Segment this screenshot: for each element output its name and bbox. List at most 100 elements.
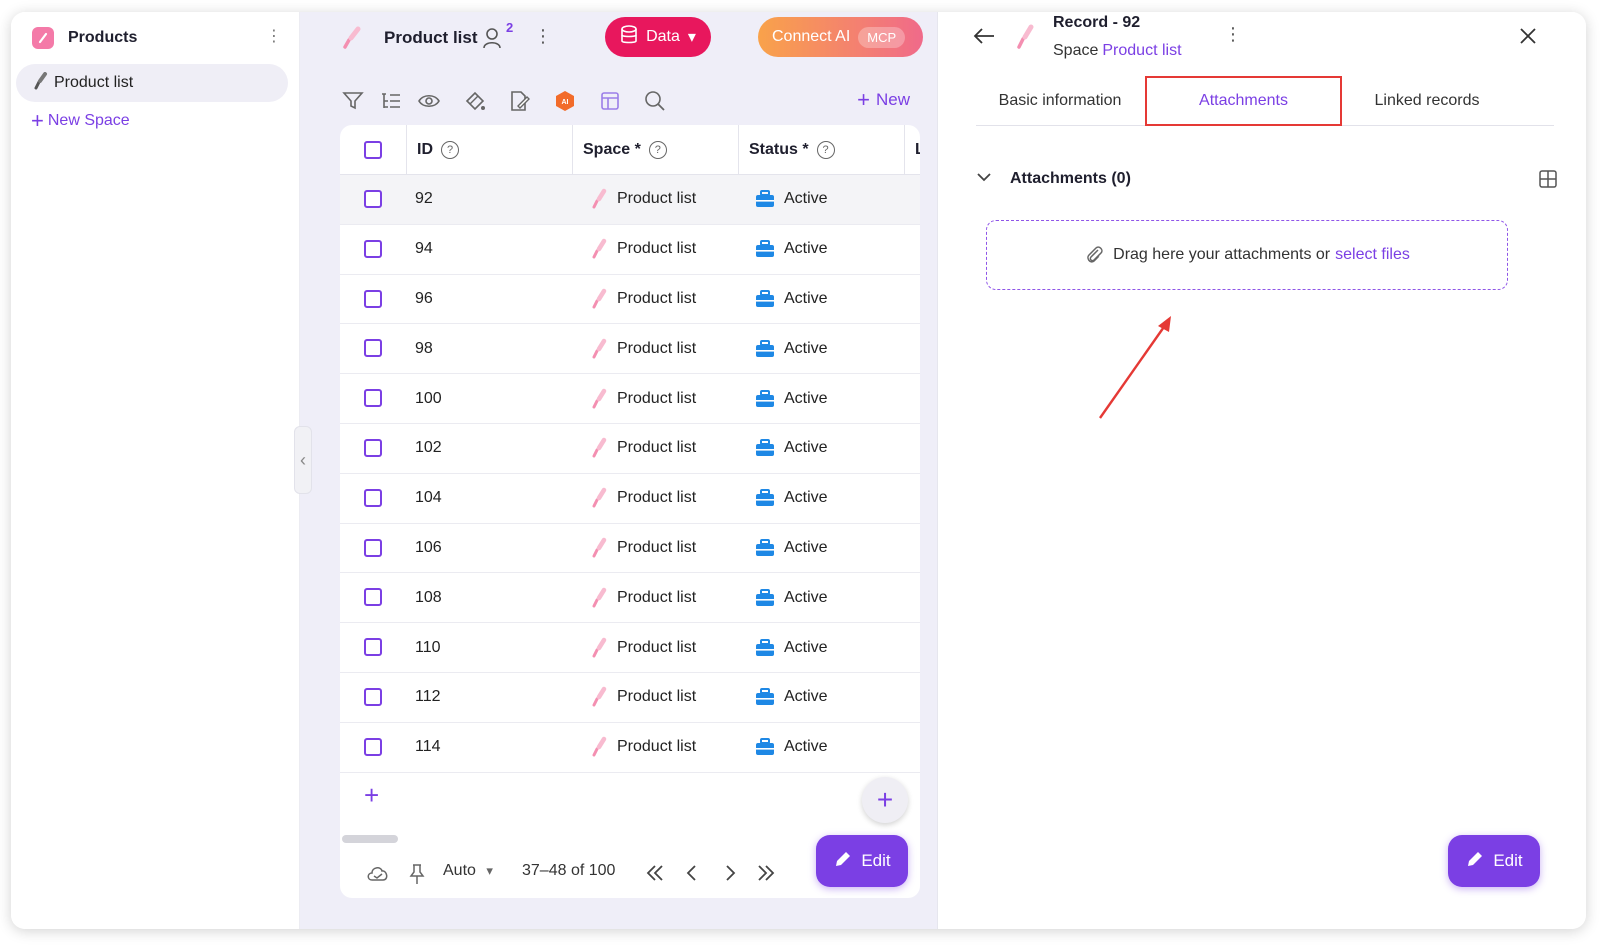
row-space[interactable]: Product list bbox=[590, 188, 696, 210]
column-header-partial[interactable]: L bbox=[905, 125, 920, 175]
grid-view-icon[interactable] bbox=[1538, 169, 1558, 194]
user-icon[interactable] bbox=[482, 27, 502, 54]
row-checkbox[interactable] bbox=[364, 538, 382, 557]
table-row[interactable]: 92 Product list Active bbox=[340, 175, 920, 225]
pin-icon[interactable] bbox=[408, 863, 426, 890]
row-checkbox[interactable] bbox=[364, 289, 382, 308]
tab-linked-records[interactable]: Linked records bbox=[1352, 76, 1502, 126]
table-row[interactable]: 94 Product list Active bbox=[340, 225, 920, 275]
row-space[interactable]: Product list bbox=[590, 437, 696, 459]
row-checkbox[interactable] bbox=[364, 638, 382, 657]
add-row-button[interactable]: + bbox=[364, 782, 379, 808]
attachment-dropzone[interactable]: Drag here your attachments or select fil… bbox=[986, 220, 1508, 290]
row-checkbox[interactable] bbox=[364, 687, 382, 706]
tab-attachments[interactable]: Attachments bbox=[1145, 76, 1342, 126]
previous-page-icon[interactable] bbox=[684, 863, 700, 888]
dropzone-text: Drag here your attachments or bbox=[1113, 246, 1331, 263]
row-status[interactable]: Active bbox=[755, 489, 828, 507]
row-height-select[interactable]: Auto ▾ bbox=[443, 862, 493, 880]
row-status[interactable]: Active bbox=[755, 688, 828, 706]
attachments-section-header[interactable]: Attachments (0) bbox=[976, 167, 1558, 191]
panel-edit-button[interactable]: Edit bbox=[1448, 835, 1540, 887]
table-row[interactable]: 98 Product list Active bbox=[340, 324, 920, 375]
row-checkbox[interactable] bbox=[364, 190, 382, 208]
new-space-button[interactable]: + New Space bbox=[31, 110, 130, 132]
row-space[interactable]: Product list bbox=[590, 238, 696, 260]
eye-icon[interactable] bbox=[416, 88, 442, 114]
select-files-link[interactable]: select files bbox=[1335, 246, 1410, 264]
horizontal-scrollbar[interactable] bbox=[342, 835, 398, 843]
row-status[interactable]: Active bbox=[755, 289, 828, 308]
table-row[interactable]: 114 Product list Active bbox=[340, 723, 920, 773]
space-link[interactable]: Product list bbox=[1102, 42, 1181, 59]
table-row[interactable]: 108 Product list Active bbox=[340, 573, 920, 624]
table-row[interactable]: 96 Product list Active bbox=[340, 275, 920, 325]
row-checkbox[interactable] bbox=[364, 737, 382, 756]
row-space[interactable]: Product list bbox=[590, 736, 696, 758]
column-header-space[interactable]: Space * ? bbox=[573, 125, 739, 175]
row-status[interactable]: Active bbox=[755, 339, 828, 358]
row-status[interactable]: Active bbox=[755, 389, 828, 408]
table-row[interactable]: 100 Product list Active bbox=[340, 374, 920, 424]
last-page-icon[interactable] bbox=[755, 863, 777, 888]
layout-icon[interactable] bbox=[597, 88, 623, 114]
row-space[interactable]: Product list bbox=[590, 288, 696, 310]
row-status[interactable]: Active bbox=[755, 588, 828, 607]
table-row[interactable]: 106 Product list Active bbox=[340, 524, 920, 574]
first-page-icon[interactable] bbox=[644, 863, 666, 888]
sidebar-more-icon[interactable]: ⋮ bbox=[266, 26, 282, 46]
record-more-icon[interactable]: ⋮ bbox=[1224, 24, 1242, 45]
row-status[interactable]: Active bbox=[755, 190, 828, 208]
paint-icon[interactable] bbox=[462, 88, 488, 114]
space-label: Product list bbox=[617, 289, 697, 307]
table-row[interactable]: 112 Product list Active bbox=[340, 673, 920, 723]
table-row[interactable]: 110 Product list Active bbox=[340, 623, 920, 673]
data-button[interactable]: Data ▾ bbox=[605, 17, 711, 57]
table-row[interactable]: 104 Product list Active bbox=[340, 474, 920, 524]
ai-icon[interactable]: AI bbox=[552, 88, 578, 114]
row-space[interactable]: Product list bbox=[590, 338, 696, 360]
row-checkbox[interactable] bbox=[364, 488, 382, 507]
select-all-checkbox[interactable] bbox=[364, 141, 382, 159]
cloud-sync-icon[interactable] bbox=[366, 863, 390, 888]
search-icon[interactable] bbox=[642, 88, 668, 114]
column-header-status[interactable]: Status * ? bbox=[739, 125, 905, 175]
edit-button[interactable]: Edit bbox=[816, 835, 908, 887]
row-status[interactable]: Active bbox=[755, 538, 828, 557]
row-checkbox[interactable] bbox=[364, 339, 382, 358]
row-status[interactable]: Active bbox=[755, 638, 828, 657]
sidebar-item-product-list[interactable]: Product list bbox=[16, 64, 288, 102]
chevron-down-icon[interactable] bbox=[976, 170, 992, 188]
help-icon[interactable]: ? bbox=[441, 141, 459, 159]
next-page-icon[interactable] bbox=[722, 863, 738, 888]
filter-icon[interactable] bbox=[340, 88, 366, 114]
row-space[interactable]: Product list bbox=[590, 637, 696, 659]
row-checkbox[interactable] bbox=[364, 588, 382, 607]
row-checkbox[interactable] bbox=[364, 389, 382, 408]
row-checkbox[interactable] bbox=[364, 239, 382, 258]
help-icon[interactable]: ? bbox=[648, 141, 667, 159]
row-status[interactable]: Active bbox=[755, 240, 828, 258]
row-space[interactable]: Product list bbox=[590, 537, 696, 559]
column-header-id[interactable]: ID ? bbox=[407, 125, 573, 175]
new-record-button[interactable]: + New bbox=[857, 89, 910, 111]
table-row[interactable]: 102 Product list Active bbox=[340, 424, 920, 474]
more-options-icon[interactable]: ⋮ bbox=[534, 26, 552, 47]
row-space[interactable]: Product list bbox=[590, 388, 696, 410]
back-arrow-icon[interactable] bbox=[972, 26, 996, 51]
sort-icon[interactable] bbox=[378, 88, 404, 114]
help-icon[interactable]: ? bbox=[816, 141, 835, 159]
close-icon[interactable] bbox=[1518, 26, 1538, 51]
tab-basic-information[interactable]: Basic information bbox=[976, 76, 1144, 126]
row-space[interactable]: Product list bbox=[590, 686, 696, 708]
add-record-fab[interactable]: + bbox=[862, 777, 908, 823]
connect-ai-button[interactable]: Connect AI MCP bbox=[758, 17, 923, 57]
row-status[interactable]: Active bbox=[755, 738, 828, 756]
collapse-sidebar-handle[interactable]: ‹ bbox=[294, 426, 312, 494]
row-checkbox[interactable] bbox=[364, 438, 382, 457]
row-space[interactable]: Product list bbox=[590, 487, 696, 509]
row-space[interactable]: Product list bbox=[590, 587, 696, 609]
edit-form-icon[interactable] bbox=[506, 88, 532, 114]
row-status[interactable]: Active bbox=[755, 439, 828, 457]
sidebar-header: Products ⋮ bbox=[32, 26, 282, 50]
